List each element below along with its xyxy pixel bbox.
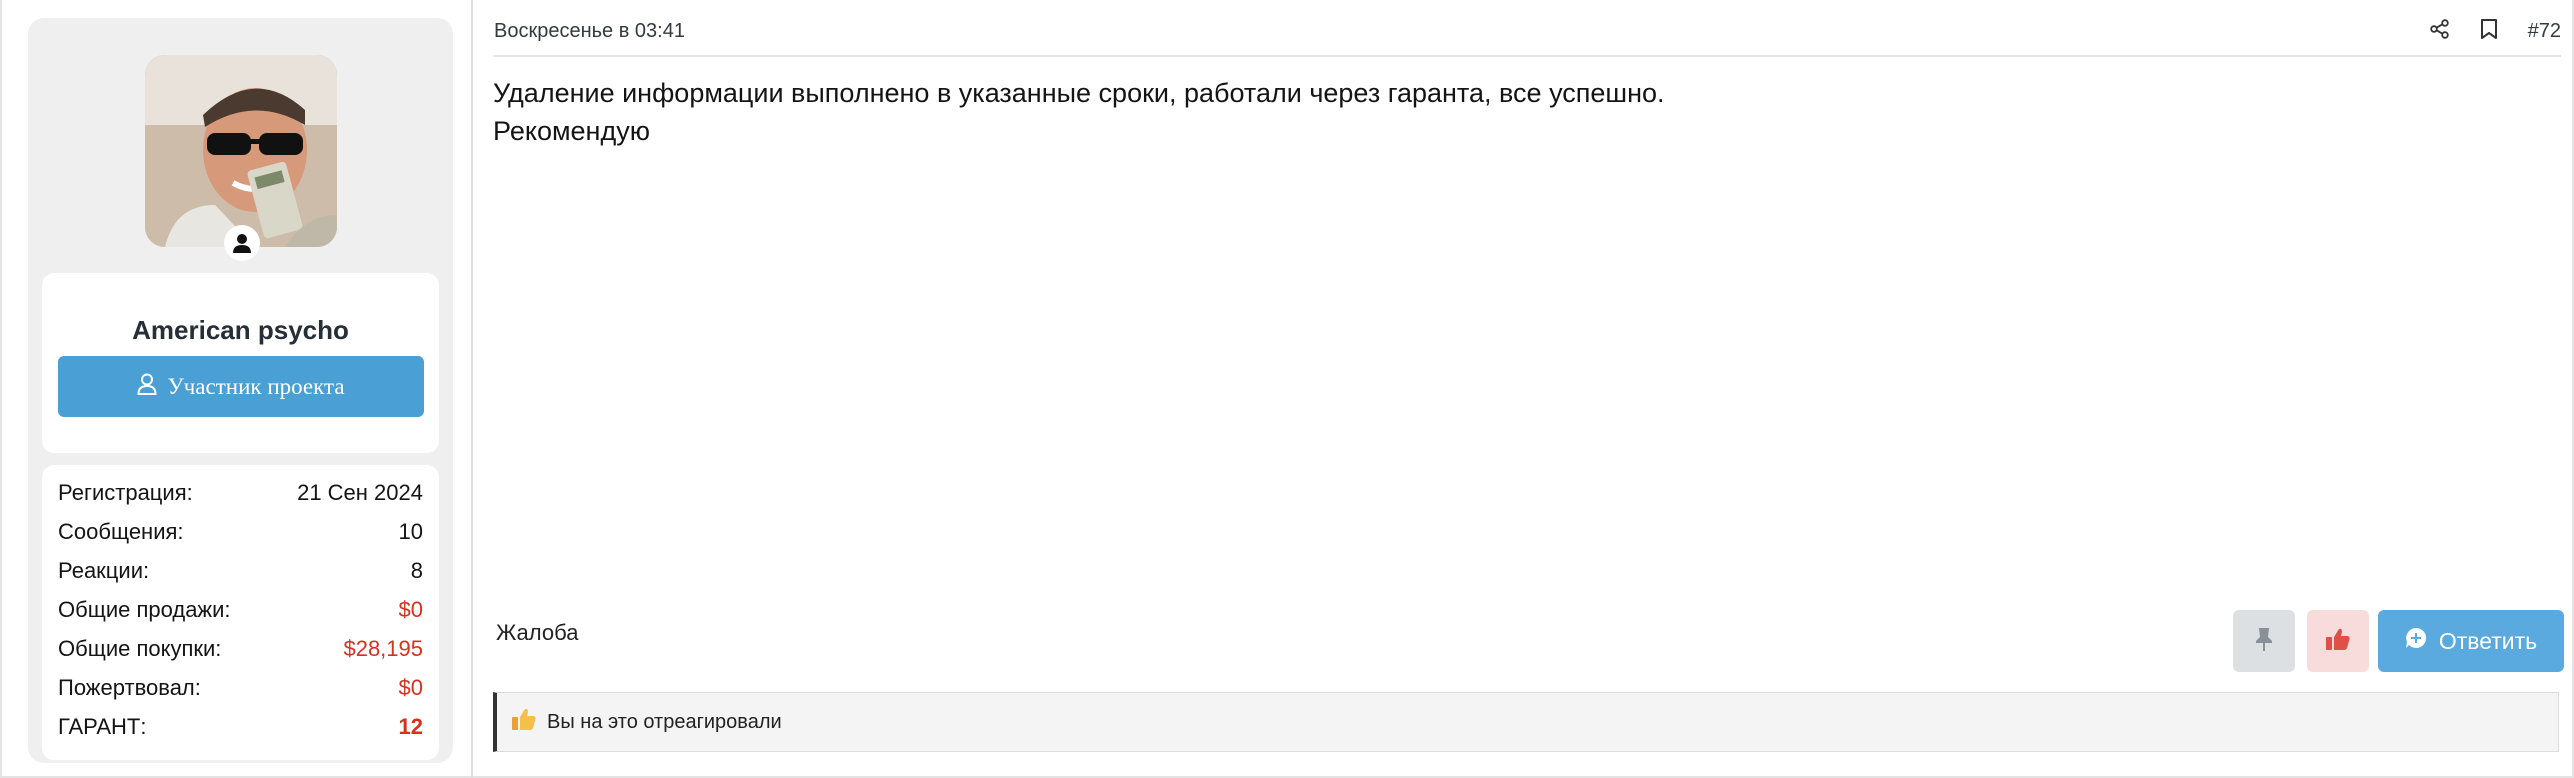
stat-value: 8 xyxy=(410,558,423,583)
stat-value: $28,195 xyxy=(343,636,423,661)
thumbs-up-icon xyxy=(2325,626,2351,657)
message-header: Воскресенье в 03:41 #72 xyxy=(493,0,2561,57)
share-icon[interactable] xyxy=(2429,19,2450,44)
user-info-panel: American psycho Участник проекта Регистр… xyxy=(28,18,453,763)
message-header-actions: #72 xyxy=(2429,18,2561,45)
stat-row-purchases: Общие покупки: $28,195 xyxy=(58,634,423,664)
thumbs-up-icon xyxy=(511,706,537,738)
user-icon xyxy=(137,373,157,401)
stat-value: 12 xyxy=(398,714,423,739)
stat-label: ГАРАНТ: xyxy=(58,714,147,739)
forum-post: American psycho Участник проекта Регистр… xyxy=(0,0,2574,778)
avatar[interactable] xyxy=(145,55,337,247)
stat-row-donated: Пожертвовал: $0 xyxy=(58,673,423,703)
stat-label: Общие продажи: xyxy=(58,597,231,622)
user-stats: Регистрация: 21 Сен 2024 Сообщения: 10 Р… xyxy=(42,465,439,760)
stat-row-registration: Регистрация: 21 Сен 2024 xyxy=(58,478,423,508)
reactions-bar[interactable]: Вы на это отреагировали xyxy=(493,692,2559,752)
report-link[interactable]: Жалоба xyxy=(496,620,578,646)
like-button[interactable] xyxy=(2307,610,2369,672)
stat-row-reactions: Реакции: 8 xyxy=(58,556,423,586)
avatar-online-icon xyxy=(224,225,260,261)
username[interactable]: American psycho xyxy=(42,315,439,346)
reactions-text: Вы на это отреагировали xyxy=(547,710,782,733)
stat-value: 10 xyxy=(398,519,423,544)
stat-label: Регистрация: xyxy=(58,480,193,505)
stat-label: Пожертвовал: xyxy=(58,675,201,700)
stat-row-sales: Общие продажи: $0 xyxy=(58,595,423,625)
column-divider xyxy=(471,0,473,778)
reply-label: Ответить xyxy=(2438,627,2538,654)
avatar-image xyxy=(145,55,337,247)
stat-row-guarantor: ГАРАНТ: 12 xyxy=(58,712,423,742)
stat-value: $0 xyxy=(398,675,423,700)
pin-button[interactable] xyxy=(2233,610,2295,672)
stat-value: 21 Сен 2024 xyxy=(297,480,423,505)
stat-value: $0 xyxy=(398,597,423,622)
message-date[interactable]: Воскресенье в 03:41 xyxy=(494,20,685,43)
stat-label: Реакции: xyxy=(58,558,150,583)
stat-row-messages: Сообщения: 10 xyxy=(58,517,423,547)
message-line: Удаление информации выполнено в указанны… xyxy=(493,78,1665,108)
role-badge-button[interactable]: Участник проекта xyxy=(58,356,424,417)
user-card: American psycho Участник проекта xyxy=(42,273,439,453)
message-line: Рекомендую xyxy=(493,116,650,146)
stat-label: Сообщения: xyxy=(58,519,184,544)
post-number-link[interactable]: #72 xyxy=(2528,20,2561,43)
role-label: Участник проекта xyxy=(167,373,345,399)
bookmark-icon[interactable] xyxy=(2480,18,2498,45)
reply-button[interactable]: Ответить xyxy=(2378,610,2564,672)
message-body: Удаление информации выполнено в указанны… xyxy=(493,74,2493,150)
pin-icon xyxy=(2254,626,2274,657)
stat-label: Общие покупки: xyxy=(58,636,222,661)
reply-bubble-icon xyxy=(2405,627,2427,655)
